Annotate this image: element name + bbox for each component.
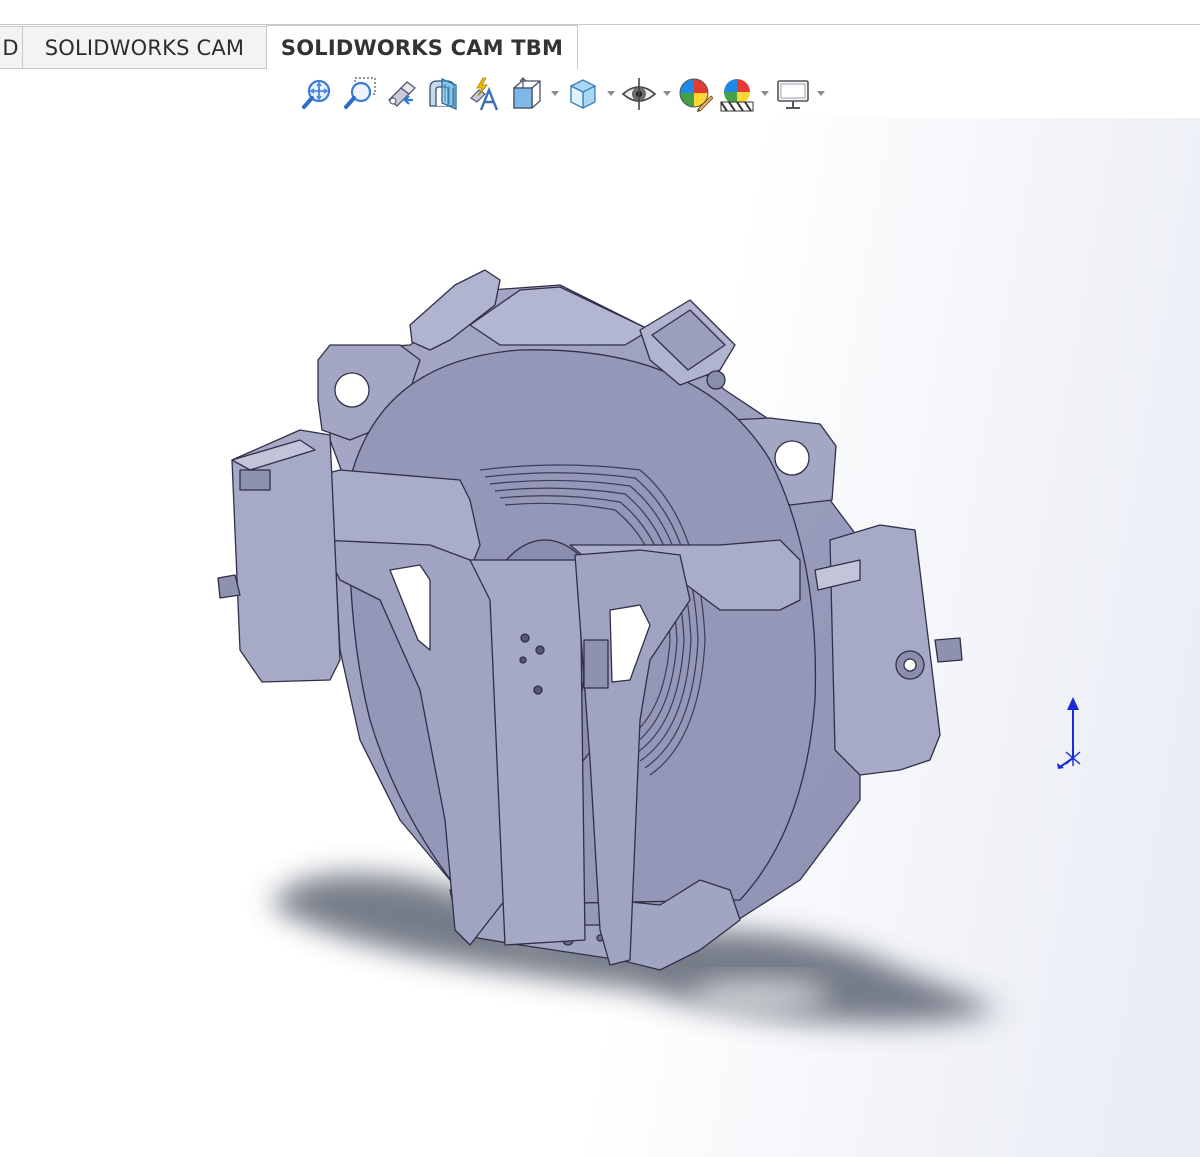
model-scene	[217, 269, 1081, 1024]
solidworks-window: D SOLIDWORKS CAM SOLIDWORKS CAM TBM	[0, 0, 1200, 1157]
3d-model[interactable]	[217, 269, 963, 971]
reference-triad	[1057, 697, 1081, 769]
